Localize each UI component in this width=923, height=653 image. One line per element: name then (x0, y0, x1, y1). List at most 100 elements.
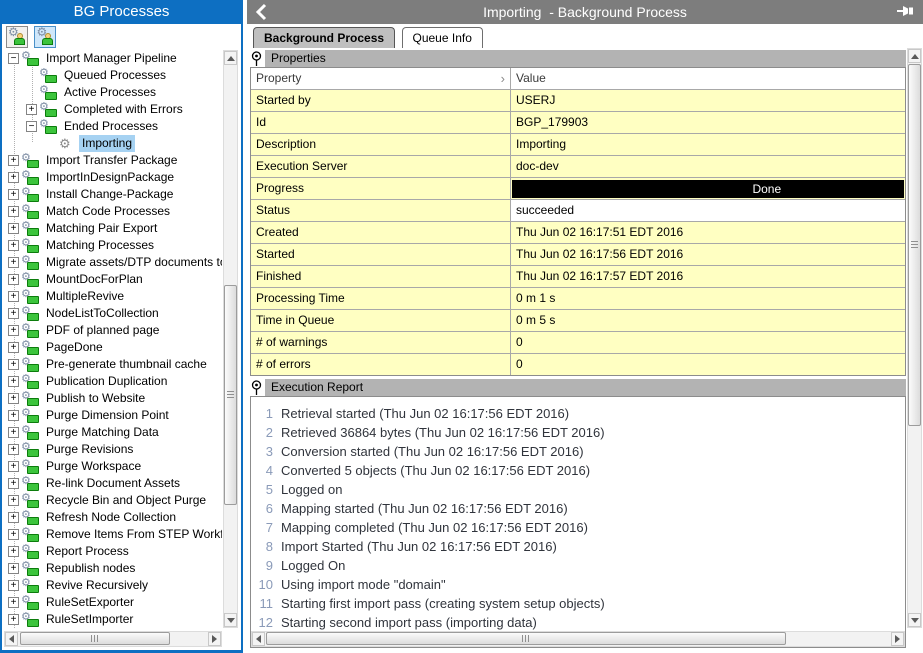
tree-item-label[interactable]: Install Change-Package (43, 186, 176, 203)
expand-expander-icon[interactable]: + (8, 614, 19, 625)
tree-item-label[interactable]: Report Process (43, 543, 132, 560)
detail-vscroll-thumb[interactable] (908, 64, 921, 426)
expand-expander-icon[interactable]: + (8, 274, 19, 285)
tree-item-label[interactable]: Purge Matching Data (43, 424, 162, 441)
tree-item-label[interactable]: Purge Workspace (43, 458, 144, 475)
tab-background-process[interactable]: Background Process (253, 27, 395, 48)
tree-item-label[interactable]: RuleSetExporter (43, 594, 137, 611)
tree-item[interactable]: +⚙Matching Processes (4, 237, 222, 254)
property-row[interactable]: # of errors0 (251, 353, 905, 375)
expand-expander-icon[interactable]: + (8, 240, 19, 251)
property-row[interactable]: Processing Time0 m 1 s (251, 287, 905, 309)
expand-expander-icon[interactable]: + (8, 359, 19, 370)
scroll-up-button[interactable] (224, 51, 237, 65)
scroll-left-button[interactable] (252, 632, 265, 646)
property-row[interactable]: Started byUSERJ (251, 89, 905, 111)
expand-expander-icon[interactable]: + (8, 257, 19, 268)
pushpin-icon[interactable] (897, 4, 915, 18)
expand-expander-icon[interactable]: + (8, 512, 19, 523)
expand-expander-icon[interactable]: + (8, 444, 19, 455)
filter-my-processes-button[interactable]: ⚙ (6, 26, 28, 48)
expand-expander-icon[interactable]: + (26, 104, 37, 115)
property-row[interactable]: Statussucceeded (251, 199, 905, 221)
section-pin-icon[interactable] (250, 50, 265, 67)
expand-expander-icon[interactable]: + (8, 597, 19, 608)
tree-item[interactable]: ⚙Active Processes (4, 84, 222, 101)
tree-item-label[interactable]: Match Code Processes (43, 203, 173, 220)
tree-item[interactable]: +⚙Remove Items From STEP Workflow (4, 526, 222, 543)
scroll-down-button[interactable] (224, 613, 237, 627)
tree-item-label[interactable]: Publish to Website (43, 390, 148, 407)
expand-expander-icon[interactable]: + (8, 495, 19, 506)
expand-expander-icon[interactable]: + (8, 563, 19, 574)
tree-item-label[interactable]: MountDocForPlan (43, 271, 146, 288)
property-row[interactable]: Time in Queue0 m 5 s (251, 309, 905, 331)
tree-item-label[interactable]: Pre-generate thumbnail cache (43, 356, 210, 373)
collapse-expander-icon[interactable]: − (8, 53, 19, 64)
report-horizontal-scrollbar[interactable] (251, 631, 905, 647)
expand-expander-icon[interactable]: + (8, 461, 19, 472)
tree-item[interactable]: ⚙Queued Processes (4, 67, 222, 84)
tree-item-label[interactable]: Queued Processes (61, 67, 169, 84)
tree-item[interactable]: +⚙Import Transfer Package (4, 152, 222, 169)
report-hscroll-thumb[interactable] (266, 632, 786, 645)
tree-item-label[interactable]: Migrate assets/DTP documents to the (43, 254, 222, 271)
tree-item-label[interactable]: Purge Dimension Point (43, 407, 172, 424)
scroll-right-button[interactable] (208, 632, 221, 646)
tree-item[interactable]: +⚙RuleSetExporter (4, 594, 222, 611)
expand-expander-icon[interactable]: + (8, 529, 19, 540)
tree-item-label[interactable]: Completed with Errors (61, 101, 186, 118)
property-row[interactable]: CreatedThu Jun 02 16:17:51 EDT 2016 (251, 221, 905, 243)
show-all-processes-button[interactable]: ⚙ (34, 26, 56, 48)
expand-expander-icon[interactable]: + (8, 376, 19, 387)
tree-item[interactable]: +⚙Match Code Processes (4, 203, 222, 220)
tree-item[interactable]: +⚙PageDone (4, 339, 222, 356)
tree-item-label[interactable]: Recycle Bin and Object Purge (43, 492, 209, 509)
expand-expander-icon[interactable]: + (8, 325, 19, 336)
tree-item[interactable]: +⚙Refresh Node Collection (4, 509, 222, 526)
tree-item-label[interactable]: Import Manager Pipeline (43, 50, 180, 67)
scroll-up-button[interactable] (908, 49, 921, 63)
tree-item-label[interactable]: NodeListToCollection (43, 305, 162, 322)
expand-expander-icon[interactable]: + (8, 546, 19, 557)
tree-item-label[interactable]: Refresh Node Collection (43, 509, 179, 526)
expand-expander-icon[interactable]: + (8, 478, 19, 489)
tree-item[interactable]: +⚙RuleSetImporter (4, 611, 222, 628)
tree-item-label[interactable]: Matching Processes (43, 237, 157, 254)
tree-item[interactable]: +⚙Recycle Bin and Object Purge (4, 492, 222, 509)
tree-item-label[interactable]: Publication Duplication (43, 373, 170, 390)
tree-item[interactable]: +⚙Republish nodes (4, 560, 222, 577)
tree-item[interactable]: +⚙Publish to Website (4, 390, 222, 407)
tree-item[interactable]: −⚙Ended Processes (4, 118, 222, 135)
tree-item[interactable]: +⚙Completed with Errors (4, 101, 222, 118)
tree-item-label[interactable]: Import Transfer Package (43, 152, 180, 169)
expand-expander-icon[interactable]: + (8, 342, 19, 353)
tree-item[interactable]: +⚙NodeListToCollection (4, 305, 222, 322)
expand-expander-icon[interactable]: + (8, 172, 19, 183)
tree-hscroll-thumb[interactable] (20, 632, 170, 645)
tree-item[interactable]: +⚙Install Change-Package (4, 186, 222, 203)
section-pin-icon[interactable] (250, 379, 265, 396)
tree-item[interactable]: +⚙Matching Pair Export (4, 220, 222, 237)
expand-expander-icon[interactable]: + (8, 427, 19, 438)
tree-item-label[interactable]: Republish nodes (43, 560, 138, 577)
expand-expander-icon[interactable]: + (8, 308, 19, 319)
property-row[interactable]: FinishedThu Jun 02 16:17:57 EDT 2016 (251, 265, 905, 287)
tree-item-label[interactable]: Active Processes (61, 84, 159, 101)
tree-item[interactable]: +⚙Report Process (4, 543, 222, 560)
property-row[interactable]: ProgressDone (251, 177, 905, 199)
tree-item-label[interactable]: Matching Pair Export (43, 220, 160, 237)
tree-item-label[interactable]: Importing (79, 135, 135, 152)
column-header-property[interactable]: Property › (251, 68, 511, 89)
tree-item[interactable]: +⚙PDF of planned page (4, 322, 222, 339)
tab-queue-info[interactable]: Queue Info (402, 27, 483, 48)
property-row[interactable]: DescriptionImporting (251, 133, 905, 155)
tree-item[interactable]: +⚙Revive Recursively (4, 577, 222, 594)
scroll-down-button[interactable] (908, 613, 921, 627)
expand-expander-icon[interactable]: + (8, 291, 19, 302)
expand-expander-icon[interactable]: + (8, 410, 19, 421)
expand-expander-icon[interactable]: + (8, 580, 19, 591)
tree-item[interactable]: +⚙ImportInDesignPackage (4, 169, 222, 186)
collapse-expander-icon[interactable]: − (26, 121, 37, 132)
tree-item[interactable]: +⚙Pre-generate thumbnail cache (4, 356, 222, 373)
